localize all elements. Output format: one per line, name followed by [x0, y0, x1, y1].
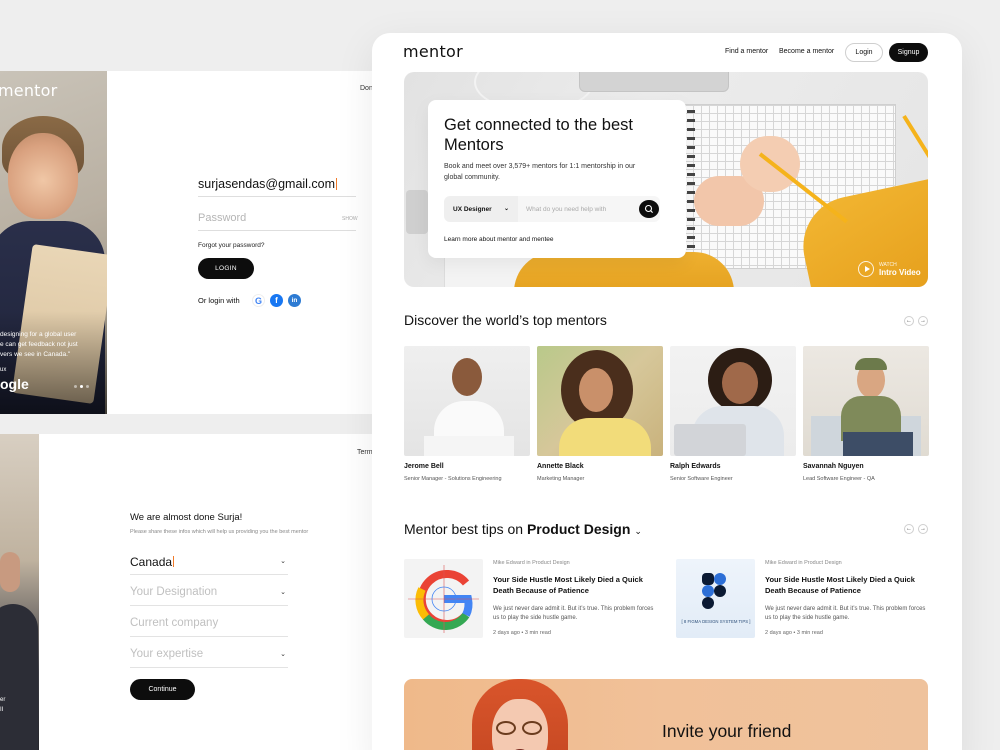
learn-more-link[interactable]: Learn more about mentor and mentee	[444, 236, 553, 243]
mentor-name[interactable]: Jerome Bell	[404, 463, 444, 470]
play-icon[interactable]	[858, 261, 874, 277]
mentor-name[interactable]: Ralph Edwards	[670, 463, 721, 470]
facebook-icon[interactable]: f	[270, 294, 283, 307]
company-brand: ogle	[0, 376, 29, 392]
mentor-photo[interactable]	[803, 346, 929, 456]
mentors-section-title: Discover the world’s top mentors	[404, 312, 607, 328]
search-button[interactable]	[639, 200, 659, 218]
prev-arrow-icon[interactable]: ←	[904, 524, 914, 534]
login-screen: mentor designing for a global user e can…	[0, 71, 375, 414]
role-select[interactable]: UX Designer ⌄	[444, 196, 518, 222]
signup-button[interactable]: Signup	[889, 43, 928, 62]
article-author[interactable]: Mike Edward in Product Design	[765, 560, 842, 566]
chevron-down-icon: ⌄	[503, 206, 509, 212]
mentor-role: Senior Manager - Solutions Engineering	[404, 476, 502, 482]
hero-search-card: Get connected to the best Mentors Book a…	[428, 100, 686, 258]
chevron-down-icon: ⌄	[280, 589, 286, 596]
forgot-password-link[interactable]: Forgot your password?	[198, 242, 264, 249]
article-meta: 2 days ago • 3 min read	[765, 630, 823, 636]
show-password-toggle[interactable]: SHOW	[342, 216, 358, 222]
expertise-select[interactable]: Your expertise ⌄	[130, 642, 288, 668]
nav-become-mentor[interactable]: Become a mentor	[779, 48, 834, 55]
login-button[interactable]: Login	[845, 43, 883, 62]
article-excerpt: We just never dare admit it. But it’s tr…	[765, 606, 926, 621]
mentor-photo[interactable]	[404, 346, 530, 456]
tips-section-title: Mentor best tips on Product Design ⌄	[404, 521, 642, 537]
mentor-card[interactable]: Ralph Edwards Senior Software Engineer	[670, 346, 796, 491]
mentor-name[interactable]: Savannah Nguyen	[803, 463, 864, 470]
email-field[interactable]: surjasendas@gmail.com	[198, 177, 338, 191]
login-button[interactable]: LOGIN	[198, 258, 254, 279]
chevron-down-icon[interactable]: ⌄	[634, 526, 642, 536]
linkedin-icon[interactable]: in	[288, 294, 301, 307]
glasses-image	[496, 721, 544, 735]
article-thumbnail[interactable]	[404, 559, 483, 638]
continue-button[interactable]: Continue	[130, 679, 195, 700]
testimonial-quote: designing for a global user e can get fe…	[0, 331, 78, 358]
topic-dropdown[interactable]: Product Design	[527, 521, 630, 537]
article-excerpt: We just never dare admit it. But it’s tr…	[493, 606, 654, 621]
next-arrow-icon[interactable]: →	[918, 524, 928, 534]
laptop-image	[674, 424, 746, 456]
mentor-name[interactable]: Annette Black	[537, 463, 584, 470]
onboarding-screen: er II Term We are almost done Surja! Ple…	[0, 434, 375, 750]
thumbnail-caption: [ 8 FIGMA DESIGN SYSTEM TIPS ]	[681, 619, 751, 624]
article-title[interactable]: Your Side Hustle Most Likely Died a Quic…	[493, 574, 661, 596]
mentor-photo-woman: mentor designing for a global user e can…	[0, 71, 107, 414]
header-link[interactable]: Don	[360, 85, 373, 92]
terms-link[interactable]: Term	[357, 449, 373, 456]
mentor-card[interactable]: Annette Black Marketing Manager	[537, 346, 663, 491]
login-logo: mentor	[0, 81, 58, 100]
search-icon	[644, 204, 653, 213]
article-author[interactable]: Mike Edward in Product Design	[493, 560, 570, 566]
hero-title: Get connected to the best Mentors	[444, 116, 633, 154]
designation-select[interactable]: Your Designation ⌄	[130, 580, 288, 606]
onboarding-subtitle: Please share these infos which will help…	[130, 529, 309, 535]
prev-arrow-icon[interactable]: ←	[904, 316, 914, 326]
text-caret	[173, 556, 175, 567]
chevron-down-icon: ⌄	[280, 651, 286, 658]
mentor-role: Senior Software Engineer	[670, 476, 733, 482]
article-meta: 2 days ago • 3 min read	[493, 630, 551, 636]
intro-video-link[interactable]: Intro Video	[879, 268, 921, 277]
mentor-role: Lead Software Engineer - QA	[803, 476, 875, 482]
country-select[interactable]: Canada ⌄	[130, 549, 288, 575]
password-underline	[198, 230, 356, 231]
chevron-down-icon: ⌄	[280, 558, 286, 565]
mentor-photo[interactable]	[670, 346, 796, 456]
mentor-card[interactable]: Savannah Nguyen Lead Software Engineer -…	[803, 346, 929, 491]
quote-author: ux	[0, 367, 7, 373]
figma-logo-icon	[702, 573, 726, 609]
next-arrow-icon[interactable]: →	[918, 316, 928, 326]
mentor-photo[interactable]	[537, 346, 663, 456]
password-field[interactable]: Password	[198, 212, 246, 224]
hero-description: Book and meet over 3,579+ mentors for 1:…	[444, 163, 636, 181]
invite-title: Invite your friend	[662, 721, 792, 741]
nav-find-mentor[interactable]: Find a mentor	[725, 48, 768, 55]
invite-friend-banner[interactable]: Invite your friend	[404, 679, 928, 750]
article-title[interactable]: Your Side Hustle Most Likely Died a Quic…	[765, 574, 933, 596]
or-login-with-label: Or login with	[198, 296, 240, 305]
onboarding-title: We are almost done Surja!	[130, 512, 243, 523]
google-icon[interactable]: G	[252, 294, 265, 307]
article-thumbnail[interactable]: [ 8 FIGMA DESIGN SYSTEM TIPS ]	[676, 559, 755, 638]
carousel-dots[interactable]	[74, 385, 89, 388]
mentor-photo-man: er II	[0, 434, 39, 750]
google-logo-sketch-icon	[408, 565, 479, 633]
text-caret	[336, 178, 338, 190]
mentor-card[interactable]: Jerome Bell Senior Manager - Solutions E…	[404, 346, 530, 491]
site-logo[interactable]: mentor	[403, 42, 463, 61]
company-field[interactable]: Current company	[130, 611, 288, 637]
keyboard-image	[579, 72, 729, 92]
landing-page: mentor Find a mentor Become a mentor Log…	[372, 33, 962, 750]
mentor-role: Marketing Manager	[537, 476, 585, 482]
email-underline	[198, 196, 356, 197]
